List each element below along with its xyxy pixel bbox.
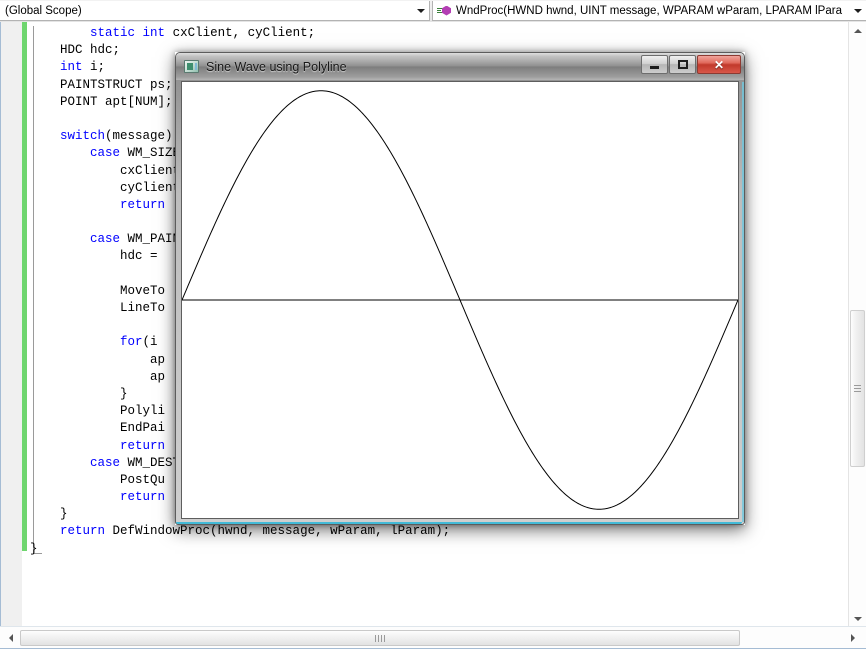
minimize-icon: [642, 56, 667, 73]
editor-navigation-bar: (Global Scope) WndProc(HWND hwnd, UINT m…: [0, 0, 866, 23]
code-line: return DefWindowProc(hwnd, message, wPar…: [60, 524, 451, 539]
sine-wave-window[interactable]: Sine Wave using Polyline ✕: [175, 52, 745, 525]
window-title-bar[interactable]: Sine Wave using Polyline ✕: [176, 53, 744, 80]
window-controls: ✕: [640, 55, 741, 74]
triangle-left-icon[interactable]: [2, 629, 19, 646]
code-line: }: [30, 541, 38, 556]
close-icon: ✕: [713, 57, 725, 72]
maximize-icon: [670, 56, 695, 73]
window-right-accent: [742, 82, 744, 522]
maximize-button[interactable]: [669, 55, 696, 74]
app-window-icon: [184, 60, 199, 73]
gutter-edge: [0, 22, 1, 627]
code-line: static int cxClient, cyClient;: [90, 26, 316, 40]
editor-gutter[interactable]: [0, 22, 23, 627]
sine-wave-plot: [182, 90, 738, 510]
scope-dropdown-value: (Global Scope): [5, 4, 82, 17]
function-dropdown[interactable]: WndProc(HWND hwnd, UINT message, WPARAM …: [432, 1, 866, 21]
triangle-up-icon[interactable]: [849, 22, 866, 39]
visual-studio-editor-window: (Global Scope) WndProc(HWND hwnd, UINT m…: [0, 0, 866, 649]
sine-wave-canvas: [182, 82, 738, 518]
scrollbar-grip: [854, 383, 861, 394]
close-button[interactable]: ✕: [697, 55, 741, 74]
chevron-down-icon[interactable]: [412, 2, 429, 20]
vertical-scrollbar-thumb[interactable]: [850, 310, 865, 467]
window-client-border: [181, 81, 739, 519]
window-title: Sine Wave using Polyline: [206, 59, 347, 74]
horizontal-scrollbar-thumb[interactable]: [20, 630, 740, 646]
window-bottom-accent: [176, 522, 742, 524]
scope-dropdown[interactable]: (Global Scope): [0, 1, 430, 21]
method-icon: [437, 4, 453, 18]
change-tracking-bar: [22, 22, 27, 551]
triangle-right-icon[interactable]: [844, 629, 861, 646]
minimize-button[interactable]: [641, 55, 668, 74]
triangle-down-icon[interactable]: [849, 610, 866, 627]
function-dropdown-value: WndProc(HWND hwnd, UINT message, WPARAM …: [456, 4, 842, 17]
horizontal-scrollbar[interactable]: [0, 626, 866, 649]
scrollbar-grip: [374, 634, 386, 642]
chevron-down-icon[interactable]: [849, 2, 866, 20]
vertical-scrollbar[interactable]: [848, 22, 866, 627]
